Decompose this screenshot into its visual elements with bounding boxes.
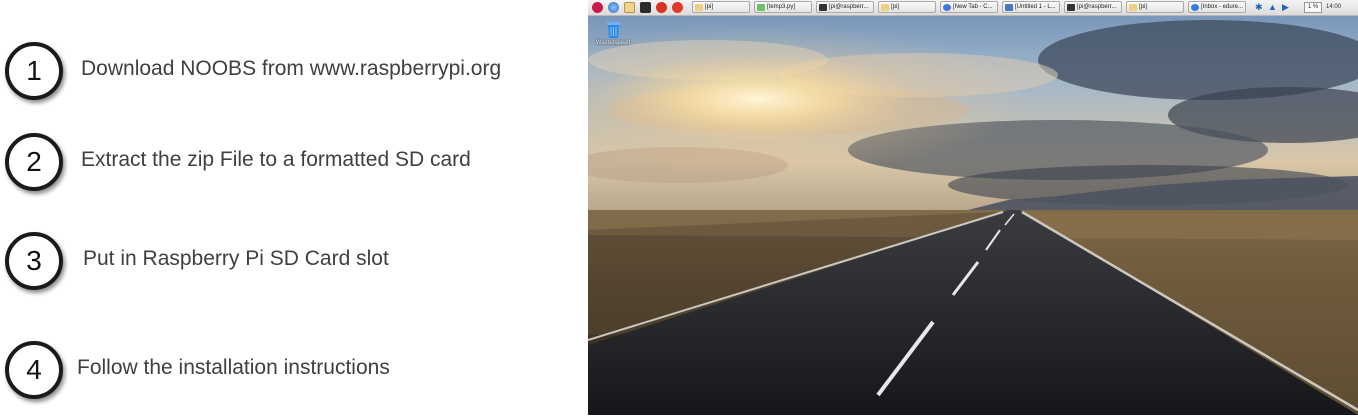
raspberry-menu-icon[interactable] — [592, 2, 603, 13]
step-number-circle: 3 — [5, 232, 63, 290]
task-label: [New Tab - C... — [953, 4, 993, 10]
trash-icon — [606, 21, 621, 38]
task-button[interactable]: [pi@raspberr... — [1064, 1, 1122, 13]
step-text: Extract the zip File to a formatted SD c… — [81, 148, 471, 171]
task-label: [pi@raspberr... — [1077, 4, 1117, 10]
task-label: [temp3.py] — [767, 4, 796, 10]
wastebasket-label: Wastebasket — [595, 40, 631, 46]
task-button[interactable]: [pi@raspberr... — [816, 1, 874, 13]
folder-icon — [881, 4, 889, 11]
terminal-icon[interactable] — [640, 2, 651, 13]
task-button[interactable]: [Inbox - edure... — [1188, 1, 1246, 13]
task-button[interactable]: [New Tab - C... — [940, 1, 998, 13]
document-icon — [1005, 4, 1013, 11]
folder-icon — [1129, 4, 1137, 11]
wolfram-icon[interactable] — [672, 2, 683, 13]
task-button[interactable]: [pi] — [878, 1, 936, 13]
taskbar: [pi] [temp3.py] [pi@raspberr... [pi] [Ne… — [588, 0, 1358, 16]
task-label: [Inbox - edure... — [1201, 4, 1244, 10]
file-manager-icon[interactable] — [624, 2, 635, 13]
task-label: [pi] — [1139, 4, 1148, 10]
task-label: [pi] — [705, 4, 714, 10]
task-button[interactable]: [Untitled 1 - L... — [1002, 1, 1060, 13]
terminal-icon — [1067, 4, 1075, 11]
bluetooth-icon[interactable]: ✱ — [1255, 2, 1263, 13]
instruction-steps: 1 Download NOOBS from www.raspberrypi.or… — [0, 0, 588, 420]
task-label: [pi@raspberr... — [829, 4, 869, 10]
road-sunset-wallpaper — [588, 0, 1358, 415]
folder-icon — [695, 4, 703, 11]
editor-icon — [757, 4, 765, 11]
debug-icon[interactable] — [656, 2, 667, 13]
step-text: Put in Raspberry Pi SD Card slot — [83, 247, 389, 270]
task-button[interactable]: [pi] — [692, 1, 750, 13]
cpu-monitor: 1 % — [1304, 2, 1322, 13]
task-button[interactable]: [temp3.py] — [754, 1, 812, 13]
step-2: 2 Extract the zip File to a formatted SD… — [0, 133, 588, 199]
task-label: [Untitled 1 - L... — [1015, 4, 1056, 10]
step-3: 3 Put in Raspberry Pi SD Card slot — [0, 232, 588, 298]
step-text: Follow the installation instructions — [77, 356, 390, 379]
wifi-icon[interactable]: ▲ — [1268, 2, 1278, 13]
volume-icon[interactable]: ▶ — [1282, 2, 1292, 13]
step-number-circle: 2 — [5, 133, 63, 191]
step-4: 4 Follow the installation instructions — [0, 341, 588, 407]
step-number-circle: 1 — [5, 42, 63, 100]
chromium-icon — [1191, 4, 1199, 11]
wastebasket-desktop-icon[interactable]: Wastebasket — [595, 21, 631, 46]
chromium-icon — [943, 4, 951, 11]
clock[interactable]: 14:00 — [1326, 2, 1350, 13]
web-browser-icon[interactable] — [608, 2, 619, 13]
step-number-circle: 4 — [5, 341, 63, 399]
step-text: Download NOOBS from www.raspberrypi.org — [81, 57, 502, 80]
raspberry-pi-desktop: [pi] [temp3.py] [pi@raspberr... [pi] [Ne… — [588, 0, 1358, 415]
task-button[interactable]: [pi] — [1126, 1, 1184, 13]
step-1: 1 Download NOOBS from www.raspberrypi.or… — [0, 42, 588, 108]
task-label: [pi] — [891, 4, 900, 10]
terminal-icon — [819, 4, 827, 11]
